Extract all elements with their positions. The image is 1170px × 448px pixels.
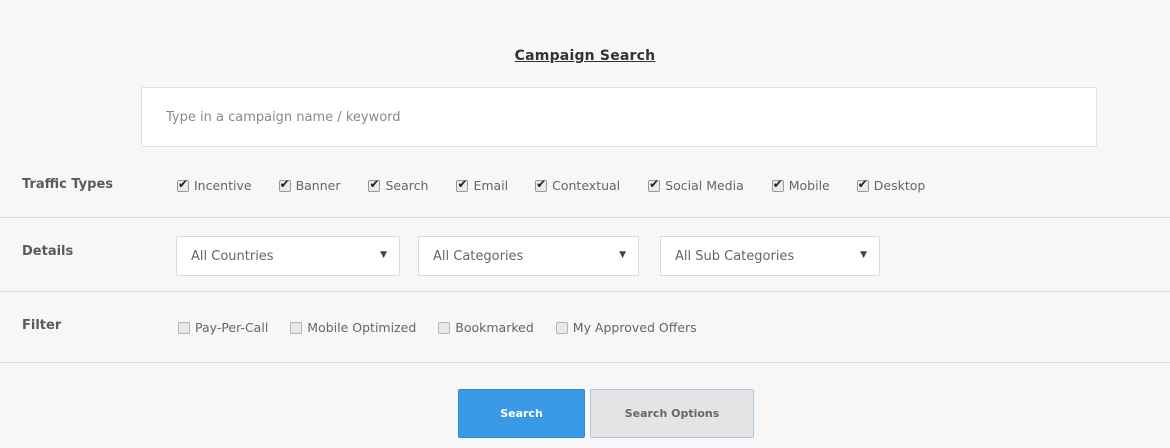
checkbox-unchecked-icon[interactable]	[290, 321, 303, 334]
search-options-button[interactable]: Search Options	[590, 389, 754, 438]
checkbox-checked-icon[interactable]	[856, 177, 869, 192]
filter-label: Filter	[22, 318, 62, 333]
search-input[interactable]	[142, 88, 1096, 146]
filter-mobile-optimized[interactable]: Mobile Optimized	[290, 320, 416, 335]
checkbox-label: Email	[473, 178, 509, 193]
search-box[interactable]	[141, 87, 1097, 147]
traffic-type-search[interactable]: Search	[368, 177, 429, 193]
campaign-search-panel: Campaign Search Traffic Types Incentive …	[0, 0, 1170, 448]
traffic-type-desktop[interactable]: Desktop	[856, 177, 926, 193]
page-title: Campaign Search	[514, 48, 656, 64]
traffic-type-mobile[interactable]: Mobile	[771, 177, 830, 193]
traffic-types-label: Traffic Types	[22, 177, 114, 192]
divider	[0, 217, 1170, 218]
select-value: All Categories	[433, 248, 524, 264]
filter-bookmarked[interactable]: Bookmarked	[438, 320, 534, 335]
traffic-type-social-media[interactable]: Social Media	[648, 177, 744, 193]
search-button[interactable]: Search	[458, 389, 585, 438]
checkbox-unchecked-icon[interactable]	[555, 321, 568, 334]
checkbox-label: Search	[385, 178, 429, 193]
sub-categories-select[interactable]: All Sub Categories ▼	[660, 236, 880, 276]
checkbox-checked-icon[interactable]	[771, 177, 784, 192]
checkbox-label: Mobile Optimized	[307, 320, 417, 335]
select-value: All Countries	[191, 248, 274, 264]
checkbox-label: Bookmarked	[455, 320, 534, 335]
checkbox-label: Desktop	[873, 178, 926, 193]
dropdown-arrow-icon: ▼	[619, 250, 626, 260]
traffic-type-contextual[interactable]: Contextual	[535, 177, 621, 193]
checkbox-checked-icon[interactable]	[368, 177, 381, 192]
filter-pay-per-call[interactable]: Pay-Per-Call	[178, 320, 268, 335]
checkbox-unchecked-icon[interactable]	[438, 321, 451, 334]
traffic-types-list: Incentive Banner Search Email Contextual…	[177, 177, 926, 193]
checkbox-checked-icon[interactable]	[177, 177, 189, 192]
checkbox-checked-icon[interactable]	[648, 177, 661, 192]
dropdown-arrow-icon: ▼	[860, 250, 867, 260]
traffic-type-email[interactable]: Email	[456, 177, 509, 193]
checkbox-label: Contextual	[552, 178, 621, 193]
countries-select[interactable]: All Countries ▼	[176, 236, 400, 276]
checkbox-label: Mobile	[788, 178, 830, 193]
checkbox-checked-icon[interactable]	[278, 177, 291, 192]
checkbox-label: Social Media	[665, 178, 744, 193]
filter-list: Pay-Per-Call Mobile Optimized Bookmarked…	[178, 320, 697, 335]
checkbox-label: Incentive	[194, 178, 252, 193]
traffic-type-incentive[interactable]: Incentive	[177, 177, 252, 193]
dropdown-arrow-icon: ▼	[380, 250, 387, 260]
divider	[0, 291, 1170, 292]
checkbox-label: Pay-Per-Call	[195, 320, 269, 335]
divider	[0, 362, 1170, 363]
checkbox-label: My Approved Offers	[572, 320, 697, 335]
select-value: All Sub Categories	[675, 248, 795, 264]
checkbox-checked-icon[interactable]	[535, 177, 548, 192]
filter-my-approved-offers[interactable]: My Approved Offers	[555, 320, 697, 335]
categories-select[interactable]: All Categories ▼	[418, 236, 639, 276]
checkbox-label: Banner	[295, 178, 341, 193]
details-label: Details	[22, 244, 74, 259]
traffic-type-banner[interactable]: Banner	[278, 177, 341, 193]
checkbox-unchecked-icon[interactable]	[178, 321, 190, 334]
checkbox-checked-icon[interactable]	[456, 177, 469, 192]
